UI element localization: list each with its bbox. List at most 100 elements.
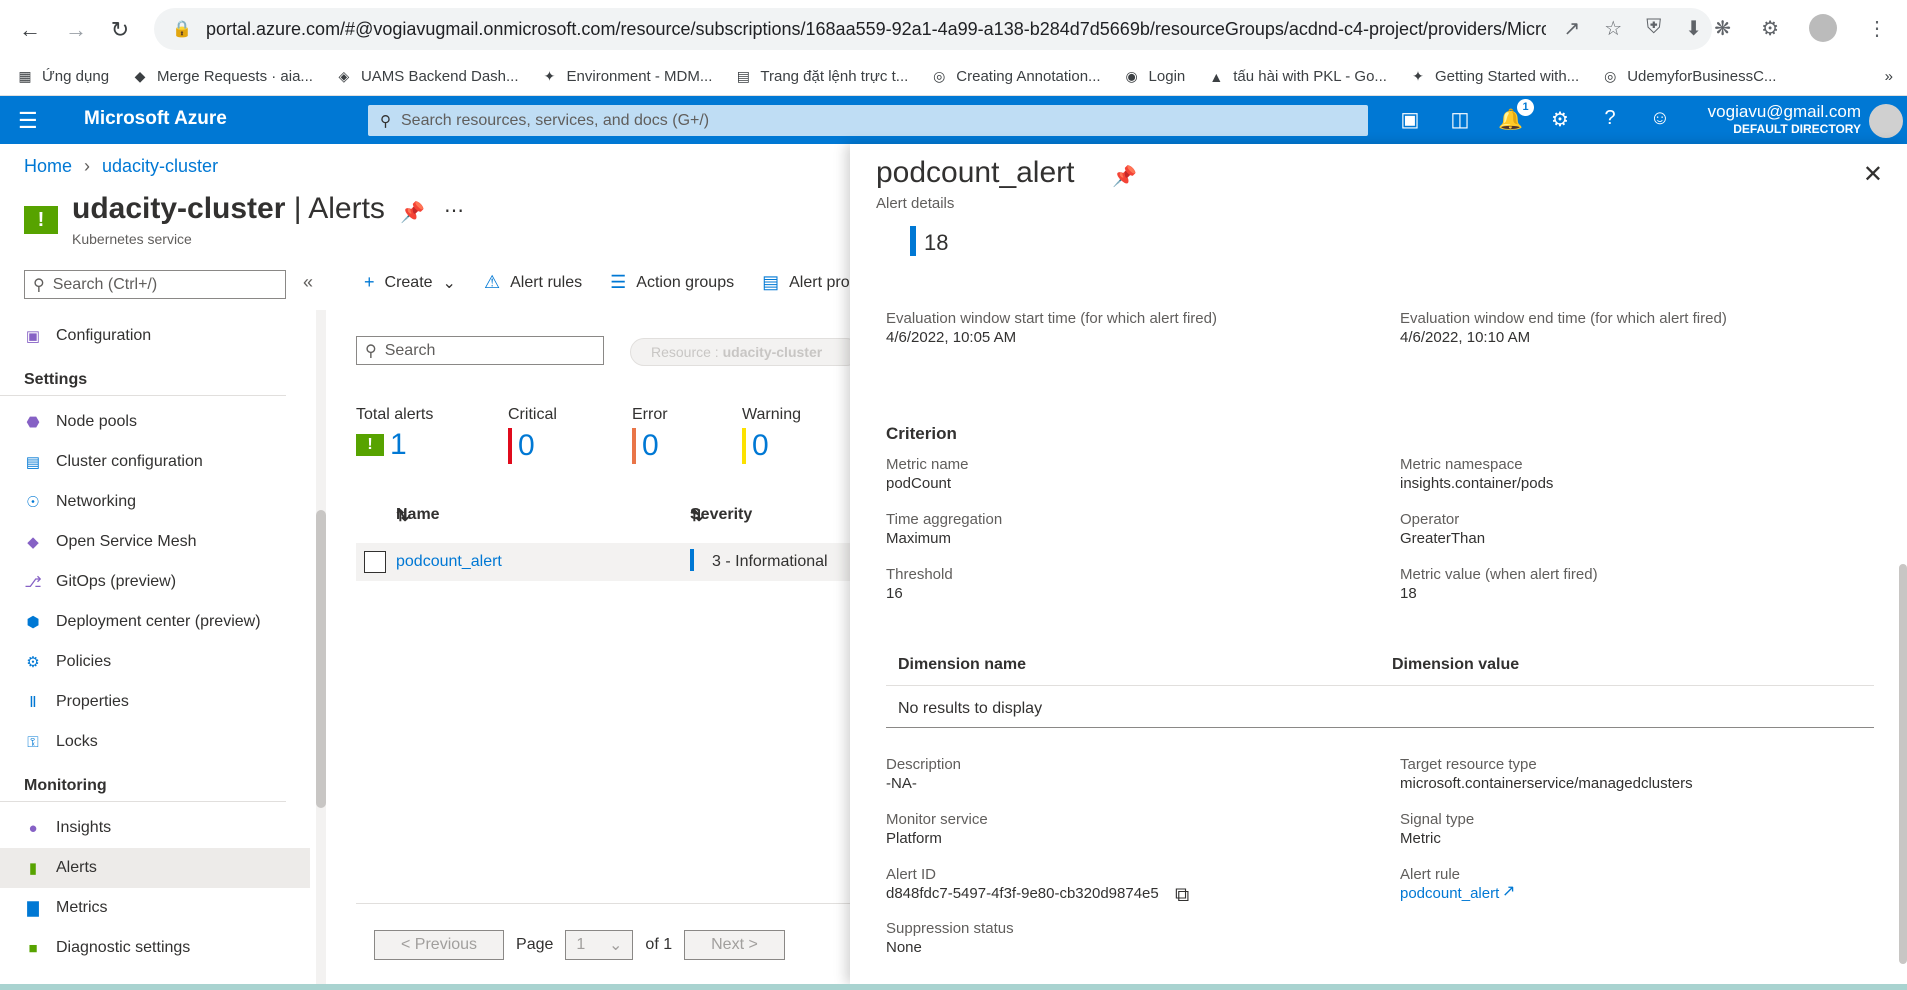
resource-filter-pill[interactable]: Resource : udacity-cluster [630,338,860,366]
sidebar-item-properties[interactable]: Ⅱ Properties [0,682,310,722]
sidebar-item-insights[interactable]: ● Insights [0,808,310,848]
next-button[interactable]: Next > [684,930,785,960]
alert-name-link[interactable]: podcount_alert [396,553,502,571]
bookmark-label: UAMS Backend Dash... [360,68,519,85]
panel-scrollbar[interactable] [1899,564,1907,964]
download-icon[interactable]: ⬇ [1685,16,1702,41]
field-value: Platform [886,830,942,847]
global-search-input[interactable]: ⚲ Search resources, services, and docs (… [368,105,1368,136]
sidebar-item-open-service-mesh[interactable]: ◆ Open Service Mesh [0,522,310,562]
sidebar-item-alerts[interactable]: ▮ Alerts [0,848,310,888]
pin-icon[interactable]: 📌 [400,200,425,225]
external-link-icon[interactable]: ↗ [1502,881,1515,901]
browser-menu-icon[interactable]: ⋮ [1867,16,1887,41]
bug-extension-icon[interactable]: ❋ [1714,16,1731,41]
azure-brand[interactable]: Microsoft Azure [84,108,227,130]
chevron-right-icon: › [84,156,91,176]
account-avatar[interactable] [1869,104,1903,138]
create-button[interactable]: + Create ⌄ [364,272,456,293]
menu-search-input[interactable]: ⚲ Search (Ctrl+/) [24,270,286,299]
sidebar-item-cluster-configuration[interactable]: ▤ Cluster configuration [0,442,310,482]
action-groups-button[interactable]: ☰ Action groups [610,272,734,293]
puzzle-extension-icon[interactable]: ⚙ [1761,16,1779,41]
configuration-icon: ▣ [25,328,41,345]
copy-icon[interactable]: ⧉ [1175,884,1189,907]
fpt-icon: ✦ [1412,68,1424,84]
bookmark-item[interactable]: ✦ Getting Started with... [1409,68,1579,86]
sidebar-item-locks[interactable]: ⚿ Locks [0,722,310,762]
back-arrow-icon[interactable]: ← [14,14,46,46]
field-value: podCount [886,475,952,492]
diagnostic-settings-icon: ■ [28,939,38,957]
settings-gear-icon[interactable]: ⚙ [1548,107,1572,132]
breadcrumb: Home › udacity-cluster [24,156,218,177]
sort-icon: ⇅ [690,508,704,525]
sidebar-item-configuration[interactable]: ▣ Configuration [0,316,310,356]
help-icon[interactable]: ? [1598,107,1622,132]
bookmark-item[interactable]: ◎ Creating Annotation... [930,68,1100,86]
sidebar-item-deployment-center-preview[interactable]: ⬢ Deployment center (preview) [0,602,310,642]
url-text[interactable]: portal.azure.com/#@vogiavugmail.onmicros… [206,19,1546,40]
lock-icon: ⚿ [27,733,39,751]
bookmark-item[interactable]: ▦ Ứng dụng [16,68,109,86]
bookmark-item[interactable]: ✦ Environment - MDM... [541,68,713,86]
pin-icon[interactable]: 📌 [1112,164,1137,189]
forward-arrow-icon[interactable]: → [60,14,92,46]
previous-button[interactable]: < Previous [374,930,505,960]
stat-critical[interactable]: Critical 0 [508,406,557,464]
sidebar-item-policies[interactable]: ⚙ Policies [0,642,310,682]
stat-error[interactable]: Error 0 [632,406,668,464]
bookmark-item[interactable]: ◎ UdemyforBusinessC... [1601,68,1776,86]
metric-namespace: Metric namespace insights.container/pods [1400,456,1553,492]
severity-color-bar [690,549,694,571]
error-color-bar [632,428,636,464]
more-options-icon[interactable]: ⋯ [444,198,464,223]
account-info[interactable]: vogiavu@gmail.com DEFAULT DIRECTORY [1708,102,1861,136]
bookmark-star-icon[interactable]: ☆ [1604,16,1622,41]
alert-processing-button[interactable]: ▤ Alert pro [762,272,849,293]
sidebar-item-gitops-preview[interactable]: ⎇ GitOps (preview) [0,562,310,602]
directory-filter-icon[interactable]: ◫ [1448,107,1472,132]
row-checkbox[interactable] [364,551,386,573]
sidebar-item-metrics[interactable]: ▇ Metrics [0,888,310,928]
bookmark-item[interactable]: ▲ tấu hài with PKL - Go... [1207,68,1387,86]
alert-rule-link[interactable]: podcount_alert [1400,885,1499,902]
stat-total-alerts[interactable]: Total alerts ! 1 [356,406,433,462]
bookmarks-overflow-icon[interactable]: » [1885,68,1893,85]
bookmark-item[interactable]: ◉ Login [1123,68,1185,86]
notifications-bell-icon[interactable]: 🔔 1 [1498,99,1534,132]
alert-rules-button[interactable]: ⚠ Alert rules [484,272,582,293]
bookmark-item[interactable]: ▤ Trang đặt lệnh trực t... [734,68,909,86]
metric-value-bar [910,226,916,256]
address-bar[interactable]: 🔒 portal.azure.com/#@vogiavugmail.onmicr… [154,8,1712,50]
dimensions-empty-message: No results to display [886,686,1874,728]
sidebar-item-networking[interactable]: ☉ Networking [0,482,310,522]
bookmark-item[interactable]: ◆ Merge Requests · aia... [131,68,313,86]
browser-profile-avatar[interactable] [1809,14,1837,42]
menu-scrollbar-thumb[interactable] [316,510,326,808]
feedback-icon[interactable]: ☺ [1648,107,1672,132]
sidebar-item-node-pools[interactable]: ⬣ Node pools [0,402,310,442]
collapse-menu-icon[interactable]: « [303,272,313,293]
stat-warning[interactable]: Warning 0 [742,406,801,464]
shield-icon[interactable]: ⛨ [1646,16,1661,41]
metric-value-display: 18 [924,230,949,255]
page-select[interactable]: 1 ⌄ [565,930,634,960]
alerts-resource-icon: ! [24,206,58,234]
bookmark-item[interactable]: ◈ UAMS Backend Dash... [335,68,519,86]
alert-rules-icon: ⚠ [483,272,501,292]
close-icon[interactable]: ✕ [1863,160,1883,189]
share-icon[interactable]: ↗ [1564,16,1581,41]
sidebar-item-diagnostic-settings[interactable]: ■ Diagnostic settings [0,928,310,968]
alerts-search-input[interactable]: ⚲ Search [356,336,604,365]
column-dimension-name[interactable]: Dimension name [898,656,1026,674]
hamburger-menu-icon[interactable]: ☰ [18,108,38,134]
cloud-shell-icon[interactable]: ▣ [1398,107,1422,132]
reload-icon[interactable]: ↻ [104,14,136,46]
column-dimension-value[interactable]: Dimension value [1392,656,1519,674]
table-row[interactable]: podcount_alert 3 - Informational [356,543,850,581]
breadcrumb-cluster[interactable]: udacity-cluster [102,156,218,177]
breadcrumb-home[interactable]: Home [24,156,72,177]
plus-icon: + [364,272,375,292]
action-groups-icon: ☰ [610,272,627,292]
